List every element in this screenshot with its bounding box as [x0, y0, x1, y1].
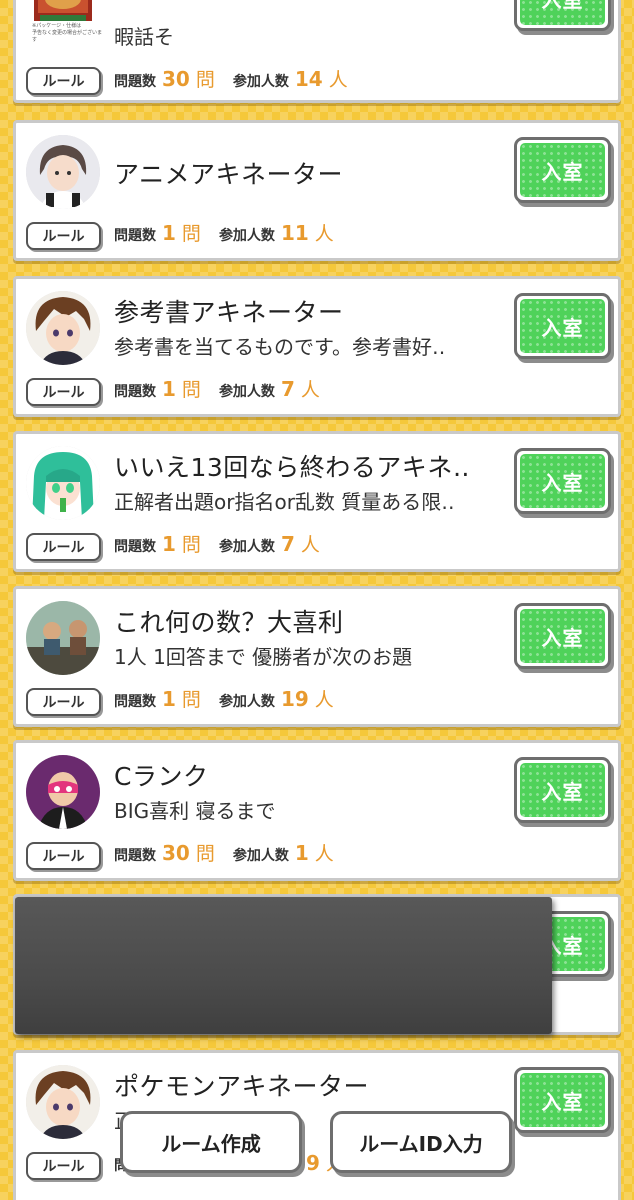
- room-stats: 問題数 1 問 参加人数 19 人: [114, 685, 352, 717]
- room-card[interactable]: これ何の数？大喜利 1人 1回答まで 優勝者が次のお題 入室 ルール 問題数 1…: [13, 586, 621, 727]
- participant-count-unit: 人: [300, 534, 320, 556]
- room-title: いいえ13回なら終わるアキネ‥: [114, 453, 470, 482]
- question-count-unit: 問: [181, 223, 201, 245]
- room-avatar: [26, 755, 100, 829]
- room-list[interactable]: ※パッケージ・仕様は 予告なく変更の場合がございます 暇話そ 入室 ルール 問題…: [0, 0, 634, 1200]
- room-avatar: [26, 446, 100, 520]
- question-count-unit: 問: [195, 69, 215, 91]
- enter-room-button[interactable]: 入室: [514, 0, 611, 31]
- participant-count-value: 1: [294, 841, 309, 865]
- room-card[interactable]: ポケモンアキネーター 正‥ 技/特 入室 ルール 問 9 人: [13, 1050, 621, 1200]
- question-count-unit: 問: [181, 534, 201, 556]
- participant-count-label: 参加人数: [232, 848, 289, 864]
- photo-avatar: [26, 601, 100, 675]
- participant-count-label: 参加人数: [232, 74, 289, 90]
- question-count-label: 問題数: [114, 384, 156, 400]
- question-count-unit: 問: [195, 843, 215, 865]
- room-avatar: [26, 135, 100, 209]
- question-count-value: 30: [162, 841, 190, 865]
- participant-count-unit: 人: [314, 843, 334, 865]
- enter-room-label: 入室: [520, 1073, 605, 1127]
- participant-count-unit: 人: [328, 69, 348, 91]
- participant-count-label: 参加人数: [218, 694, 275, 710]
- room-card[interactable]: アニメアキネーター 入室 ルール 問題数 1 問 参加人数 11 人: [13, 120, 621, 261]
- question-count-unit: 問: [181, 689, 201, 711]
- room-stats: 問題数 1 問 参加人数 11 人: [114, 219, 352, 251]
- room-description: 暇話そ: [114, 25, 174, 49]
- room-stats: 問題数 1 問 参加人数 7 人: [114, 375, 338, 407]
- enter-room-button[interactable]: 入室: [514, 137, 611, 203]
- question-count-unit: 問: [181, 379, 201, 401]
- participant-count-value: 19: [280, 687, 309, 711]
- rule-button[interactable]: ルール: [26, 842, 101, 870]
- question-count-label: 問題数: [114, 539, 156, 555]
- participant-count-label: 参加人数: [218, 539, 275, 555]
- room-title: Cランク: [114, 762, 209, 791]
- question-count-label: 問題数: [114, 74, 156, 90]
- enter-room-label: 入室: [520, 454, 605, 508]
- participant-count-value: 7: [280, 532, 295, 556]
- room-id-input-button[interactable]: ルームID入力: [330, 1111, 512, 1173]
- room-description: 1人 1回答まで 優勝者が次のお題: [114, 645, 413, 669]
- redaction-overlay: [15, 897, 552, 1034]
- room-card[interactable]: 参考書アキネーター 参考書を当てるものです。参考書好‥ 入室 ルール 問題数 1…: [13, 276, 621, 417]
- question-count-label: 問題数: [114, 228, 156, 244]
- masked-man-avatar: [26, 755, 100, 829]
- room-stats: 問題数 30 問 参加人数 1 人: [114, 839, 352, 871]
- participant-count-value: 7: [280, 377, 295, 401]
- enter-room-button[interactable]: 入室: [514, 757, 611, 823]
- room-description: 正解者出題or指名or乱数 質量ある限‥: [114, 490, 455, 514]
- room-avatar: [26, 291, 100, 365]
- room-description: 参考書を当てるものです。参考書好‥: [114, 335, 446, 359]
- participant-count-label: 参加人数: [218, 228, 275, 244]
- participant-count-unit: 人: [314, 689, 334, 711]
- enter-room-label: 入室: [520, 299, 605, 353]
- room-title: アニメアキネーター: [114, 160, 344, 189]
- room-card[interactable]: Cランク BIG喜利 寝るまで 入室 ルール 問題数 30 問 参加人数 1 人: [13, 740, 621, 881]
- participant-count-unit: 人: [300, 379, 320, 401]
- participant-count-value: 11: [280, 221, 309, 245]
- package-note: ※パッケージ・仕様は 予告なく変更の場合がございます: [32, 23, 103, 43]
- room-title: これ何の数？大喜利: [114, 608, 344, 637]
- room-card[interactable]: ※パッケージ・仕様は 予告なく変更の場合がございます 暇話そ 入室 ルール 問題…: [13, 0, 621, 103]
- rule-button[interactable]: ルール: [26, 533, 101, 561]
- create-room-button[interactable]: ルーム作成: [120, 1111, 302, 1173]
- enter-room-label: 入室: [520, 763, 605, 817]
- question-count-value: 30: [162, 67, 190, 91]
- enter-room-button[interactable]: 入室: [514, 293, 611, 359]
- enter-room-button[interactable]: 入室: [514, 448, 611, 514]
- room-stats: 問題数 30 問 参加人数 14 人: [114, 65, 366, 97]
- green-hair-girl-avatar: [26, 446, 100, 520]
- room-stats: 問題数 1 問 参加人数 7 人: [114, 530, 338, 562]
- room-avatar: [26, 1065, 100, 1139]
- question-count-label: 問題数: [114, 694, 156, 710]
- enter-room-label: 入室: [520, 609, 605, 663]
- enter-room-label: 入室: [520, 0, 605, 25]
- question-count-value: 1: [162, 377, 176, 401]
- question-count-label: 問題数: [114, 848, 156, 864]
- enter-room-label: 入室: [520, 143, 605, 197]
- question-count-value: 1: [162, 687, 176, 711]
- rule-button[interactable]: ルール: [26, 378, 101, 406]
- enter-room-button[interactable]: 入室: [514, 603, 611, 669]
- brown-hair-boy-avatar: [26, 291, 100, 365]
- room-title: ポケモンアキネーター: [114, 1072, 370, 1101]
- rule-button[interactable]: ルール: [26, 222, 101, 250]
- room-avatar: [26, 601, 100, 675]
- participant-count-value: 14: [294, 67, 323, 91]
- room-card[interactable]: いいえ13回なら終わるアキネ‥ 正解者出題or指名or乱数 質量ある限‥ 入室 …: [13, 431, 621, 572]
- question-count-value: 1: [162, 221, 176, 245]
- brown-hair-boy-avatar: [26, 1065, 100, 1139]
- participant-count-label: 参加人数: [218, 384, 275, 400]
- rule-button[interactable]: ルール: [26, 1152, 101, 1180]
- room-title: 参考書アキネーター: [114, 298, 344, 327]
- participant-count-value: 9: [306, 1151, 320, 1175]
- anime-character-avatar: [26, 135, 100, 209]
- rule-button[interactable]: ルール: [26, 67, 101, 95]
- enter-room-button[interactable]: 入室: [514, 1067, 611, 1133]
- question-count-value: 1: [162, 532, 176, 556]
- participant-count-unit: 人: [314, 223, 334, 245]
- rule-button[interactable]: ルール: [26, 688, 101, 716]
- room-description: BIG喜利 寝るまで: [114, 799, 276, 823]
